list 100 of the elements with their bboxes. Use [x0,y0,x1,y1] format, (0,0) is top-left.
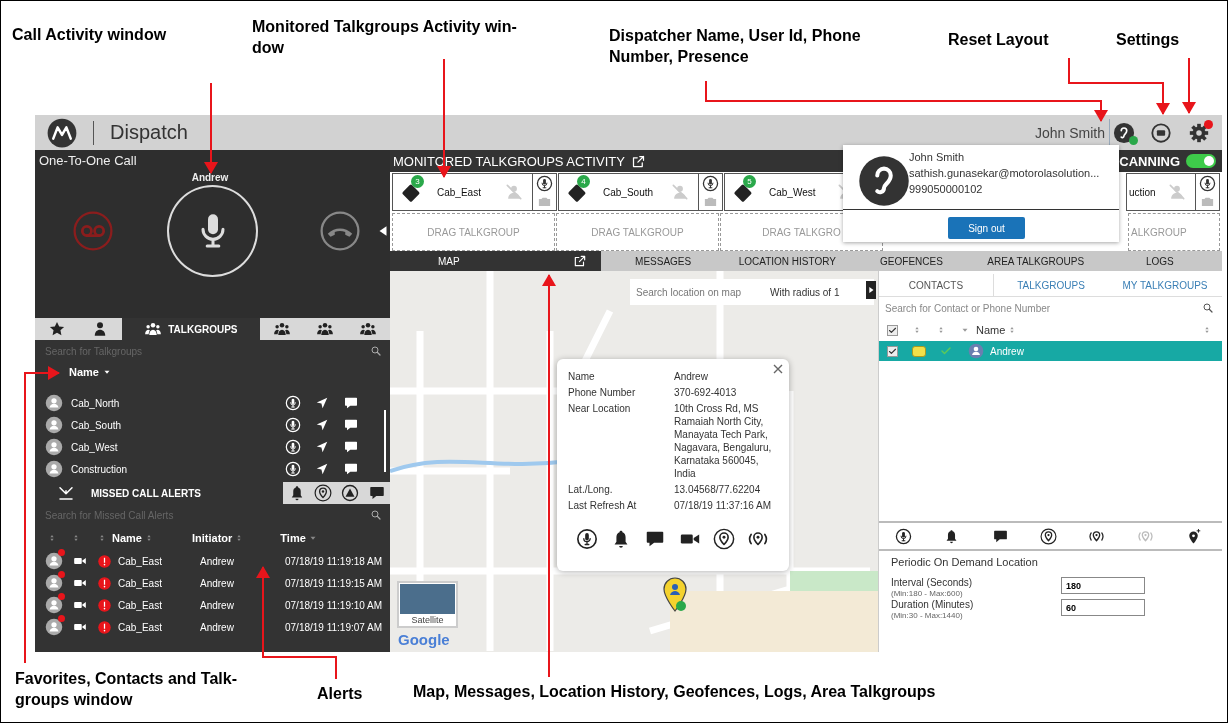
talkgroup-avatar-icon [45,438,63,456]
talkgroup-avatar-icon [45,460,63,478]
panel-tab[interactable]: CONTACTS [879,274,994,296]
talkgroup-tile[interactable]: 3 Cab_East [392,173,557,211]
alert-icon [97,619,112,635]
table-cell: 07/18/19 11:19:07 AM [285,621,383,633]
chat-icon[interactable] [343,461,359,477]
view-tab[interactable]: MAP [390,251,602,271]
map-marker-icon[interactable] [662,577,688,613]
table-cell-text: Andrew [200,555,235,567]
inbox-icon [57,484,75,502]
talkgroup-tile[interactable]: 4 Cab_South [558,173,723,211]
hang-up-icon[interactable] [319,210,361,252]
checkbox[interactable] [887,345,898,357]
scanning-label: CANNING [1119,153,1180,169]
sign-out-button[interactable]: Sign out [948,217,1025,239]
view-tab[interactable]: AREA TALKGROUPS [973,251,1098,271]
field-value: 13.04568/77.62204 [674,483,762,496]
location-pin-icon[interactable] [712,528,735,550]
view-tab[interactable]: MESSAGES [601,251,726,271]
close-icon[interactable] [773,364,783,374]
logo-icon [47,117,77,148]
view-tab[interactable]: GEOFENCES [849,251,974,271]
count-badge: 4 [577,175,590,188]
callout-label: Call Activity window [12,25,167,45]
view-tab[interactable]: LOCATION HISTORY [725,251,850,271]
column-header[interactable]: Initiator [191,532,233,544]
table-cell-text: Andrew [200,621,235,633]
panel-tab[interactable]: TALKGROUPS [994,274,1108,296]
search-icon [370,509,382,521]
panel-tab[interactable]: MY TALKGROUPS [1108,274,1222,296]
range-hint: (Min:180 - Max:600) [891,589,964,598]
talkgroup-avatar-icon [45,416,63,434]
user-name[interactable]: John Smith [1034,124,1105,141]
field-label: Interval (Seconds) [891,577,974,588]
search-field[interactable]: Search for Contact or Phone Number [885,302,1202,314]
navigation-arrow-icon[interactable] [315,418,329,432]
column-header[interactable]: Name [976,324,1006,336]
column-header[interactable]: Name [112,532,142,544]
table-cell: 07/18/19 11:19:10 AM [285,599,383,611]
star-icon [47,320,66,338]
column-header[interactable]: Name [69,366,99,378]
microphone-icon[interactable] [702,175,719,192]
talkgroup-avatar-icon [45,552,63,570]
view-tab[interactable]: LOGS [1097,251,1222,271]
field-value: Andrew [674,370,709,383]
callout-label: Dispatcher Name, User Id, Phone Number, Presence [609,26,861,67]
talkgroup-name: Cab_East [437,186,482,198]
alert-icon [97,597,112,613]
user-ear-icon [1113,121,1135,144]
user-ear-icon [857,154,911,208]
scanning-toggle[interactable] [1186,154,1216,168]
microphone-icon[interactable] [576,528,598,550]
expand-icon[interactable] [866,281,876,299]
contact-name: Andrew [990,345,1024,357]
chat-icon[interactable] [343,417,359,433]
checkbox[interactable] [887,324,898,336]
talkgroup-name[interactable]: Cab_North [71,397,271,409]
field-value: 10th Cross Rd, MS Ramaiah North City, Manayata Tech Park, Nagavara, Bengaluru, Karnataka 560045, India [674,402,773,480]
panel-tab[interactable]: TALKGROUPS [121,318,261,340]
microphone-icon[interactable] [1199,175,1216,192]
talkgroup-name[interactable]: Cab_West [71,441,271,453]
callout-label: Favorites, Contacts and Talk- groups window [15,669,237,710]
push-to-talk-button[interactable] [167,185,258,277]
input-field[interactable]: 60 [1061,599,1145,616]
microphone-icon[interactable] [895,527,912,545]
input-field[interactable]: 180 [1061,577,1145,594]
talkgroup-avatar-icon [45,574,63,592]
scrollbar[interactable] [384,410,386,472]
warning-icon [341,484,360,502]
panel-tab[interactable]: MISSED CALL ALERTS [35,482,284,504]
navigation-arrow-icon[interactable] [315,396,329,410]
talkgroup-avatar-icon [45,596,63,614]
pop-out-icon[interactable] [630,153,646,169]
table-cell-text: Cab_East [118,555,163,567]
location-pin-icon[interactable] [1040,527,1057,545]
navigation-arrow-icon[interactable] [315,462,329,476]
talkgroup-avatar-icon [45,394,63,412]
field-label: Last Refresh At [568,499,638,512]
avatar-icon [968,343,984,359]
group-icon [272,320,291,338]
chat-icon[interactable] [343,395,359,411]
navigation-arrow-icon[interactable] [315,440,329,454]
table-cell-text: Cab_East [118,599,163,611]
count-badge: 3 [411,175,424,188]
field-value: 370-692-4013 [674,386,738,399]
radius-label: With radius of 1 [770,286,840,298]
reset-layout-icon[interactable] [1150,121,1172,144]
presence-button[interactable] [1109,118,1138,147]
settings-icon [1188,121,1210,144]
talkgroup-name[interactable]: Construction [71,463,271,475]
chat-icon[interactable] [343,439,359,455]
pop-out-icon[interactable] [573,254,588,268]
talkgroup-name[interactable]: Cab_South [71,419,271,431]
satellite-button[interactable]: Satellite [397,581,458,628]
column-header[interactable]: Time [280,532,306,544]
search-icon [1202,302,1214,314]
field-label: Duration (Minutes) [891,599,975,610]
microphone-icon[interactable] [536,175,553,192]
talkgroup-tile[interactable]: uction [1126,173,1220,211]
